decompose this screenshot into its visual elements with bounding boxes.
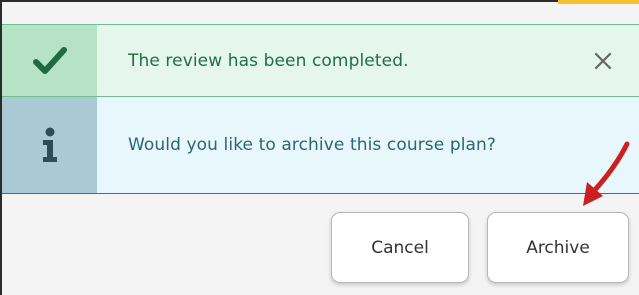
top-edge-accent [558, 0, 639, 4]
info-icon [42, 127, 57, 162]
checkmark-icon [32, 46, 67, 74]
left-border [0, 0, 2, 295]
success-message: The review has been completed. [128, 50, 409, 71]
close-icon [594, 52, 612, 69]
cancel-button[interactable]: Cancel [331, 212, 469, 283]
success-banner: The review has been completed. [2, 24, 639, 97]
info-message: Would you like to archive this course pl… [128, 135, 497, 155]
archive-button[interactable]: Archive [487, 212, 629, 283]
close-button[interactable] [589, 47, 617, 75]
success-icon-cell [2, 25, 97, 96]
info-banner: Would you like to archive this course pl… [2, 97, 639, 194]
info-icon-cell [2, 97, 97, 193]
